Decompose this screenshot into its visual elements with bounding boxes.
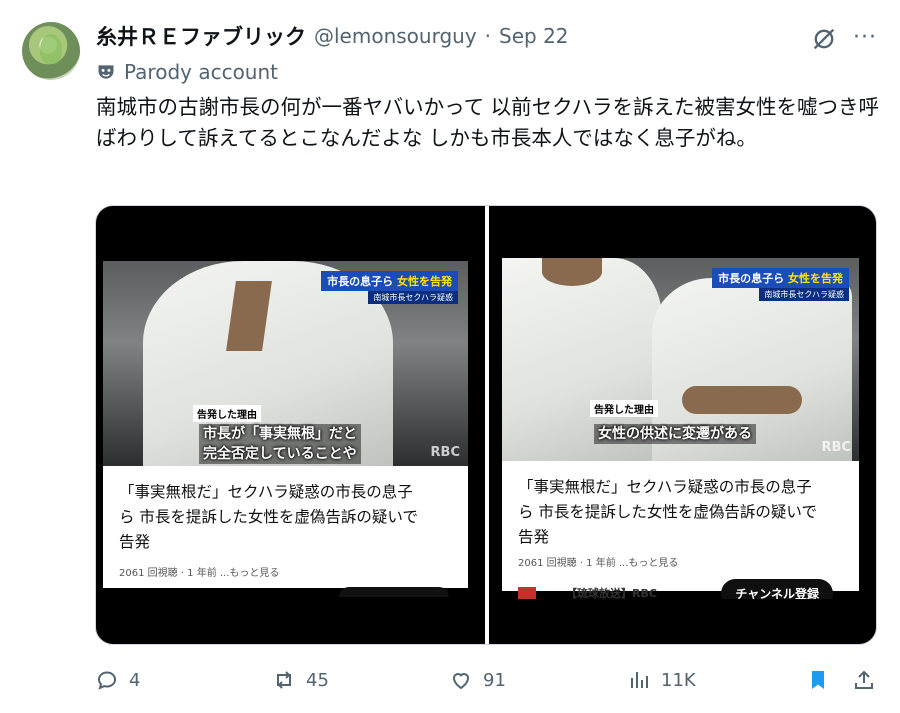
view-count: 11K [661,669,696,691]
parody-label: Parody account [96,60,278,84]
analytics-icon [631,672,648,688]
broadcaster-watermark: RBC [430,445,460,460]
media-image-right[interactable]: 市長の息子ら 女性を告発 南城市長セクハラ疑惑 告発した理由 女性の供述に変遷が… [489,206,876,644]
video-info-card: 「事実無根だ」セクハラ疑惑の市長の息子 ら 市長を提訴した女性を虚偽告訴の疑いで… [502,461,859,591]
bookmark-icon [812,671,824,689]
subscribe-pill-partial [339,587,449,597]
video-frame: 市長の息子ら 女性を告発 南城市長セクハラ疑惑 告発した理由 市長が「事実無根」… [103,261,468,466]
tweet-header: 糸井ＲＥファブリック @lemonsourguy · Sep 22 [96,20,569,52]
more-options-icon[interactable]: ··· [850,24,880,52]
video-title: 「事実無根だ」セクハラ疑惑の市長の息子 ら 市長を提訴した女性を虚偽告訴の疑いで… [518,478,817,546]
media-container[interactable]: 市長の息子ら 女性を告発 南城市長セクハラ疑惑 告発した理由 市長が「事実無根」… [95,205,877,645]
reply-count: 4 [129,669,141,691]
separator: · [484,24,492,48]
repost-count: 45 [306,669,329,691]
repost-button[interactable]: 45 [272,663,329,697]
views-button[interactable]: 11K [627,663,696,697]
video-meta: 2061 回視聴 · 1 年前 ...もっと見る [119,568,280,579]
channel-logo [518,587,536,599]
like-count: 91 [483,669,506,691]
action-bar: 4 45 91 11K [0,663,900,697]
avatar[interactable] [22,22,80,80]
reason-tag: 告発した理由 [193,405,261,422]
handle[interactable]: @lemonsourguy [314,24,477,48]
subscribe-button: チャンネル登録 [721,579,833,599]
tweet-text: 南城市の古謝市長の何が一番ヤバいかって 以前セクハラを訴えた被害女性を嘘つき呼ば… [96,95,880,150]
news-subtag: 南城市長セクハラ疑惑 [368,291,458,304]
repost-icon [277,671,291,689]
video-info-card: 「事実無根だ」セクハラ疑惑の市長の息子 ら 市長を提訴した女性を虚偽告訴の疑いで… [103,466,468,588]
timestamp[interactable]: Sep 22 [499,24,569,48]
media-image-left[interactable]: 市長の息子ら 女性を告発 南城市長セクハラ疑惑 告発した理由 市長が「事実無根」… [96,206,485,644]
like-button[interactable]: 91 [449,663,506,697]
parody-label-text: Parody account [124,60,279,84]
news-subtag: 南城市長セクハラ疑惑 [759,288,849,301]
share-icon [855,670,873,689]
news-headline-tag: 市長の息子ら 女性を告発 [321,271,458,291]
bookmark-button[interactable] [806,663,830,697]
reply-button[interactable]: 4 [95,663,140,697]
news-headline-tag: 市長の息子ら 女性を告発 [712,268,849,288]
reason-tag: 告発した理由 [590,400,658,417]
heart-icon [452,673,470,690]
broadcaster-watermark: RBC [821,440,851,455]
video-meta: 2061 回視聴 · 1 年前 ...もっと見る [518,558,679,569]
channel-name: 【琉球放送】RBC [566,587,657,599]
share-button[interactable] [852,663,876,697]
reply-icon [97,671,117,690]
video-title: 「事実無根だ」セクハラ疑惑の市長の息子 ら 市長を提訴した女性を虚偽告訴の疑いで… [119,483,418,551]
display-name[interactable]: 糸井ＲＥファブリック [96,21,306,51]
grok-icon[interactable] [810,25,838,53]
video-caption: 市長が「事実無根」だと 完全否定していることや [199,424,361,464]
mask-icon [98,65,114,79]
video-frame: 市長の息子ら 女性を告発 南城市長セクハラ疑惑 告発した理由 女性の供述に変遷が… [502,258,859,461]
channel-row: 【琉球放送】RBC チャンネル登録 [502,579,859,599]
video-caption: 女性の供述に変遷がある [594,424,756,444]
